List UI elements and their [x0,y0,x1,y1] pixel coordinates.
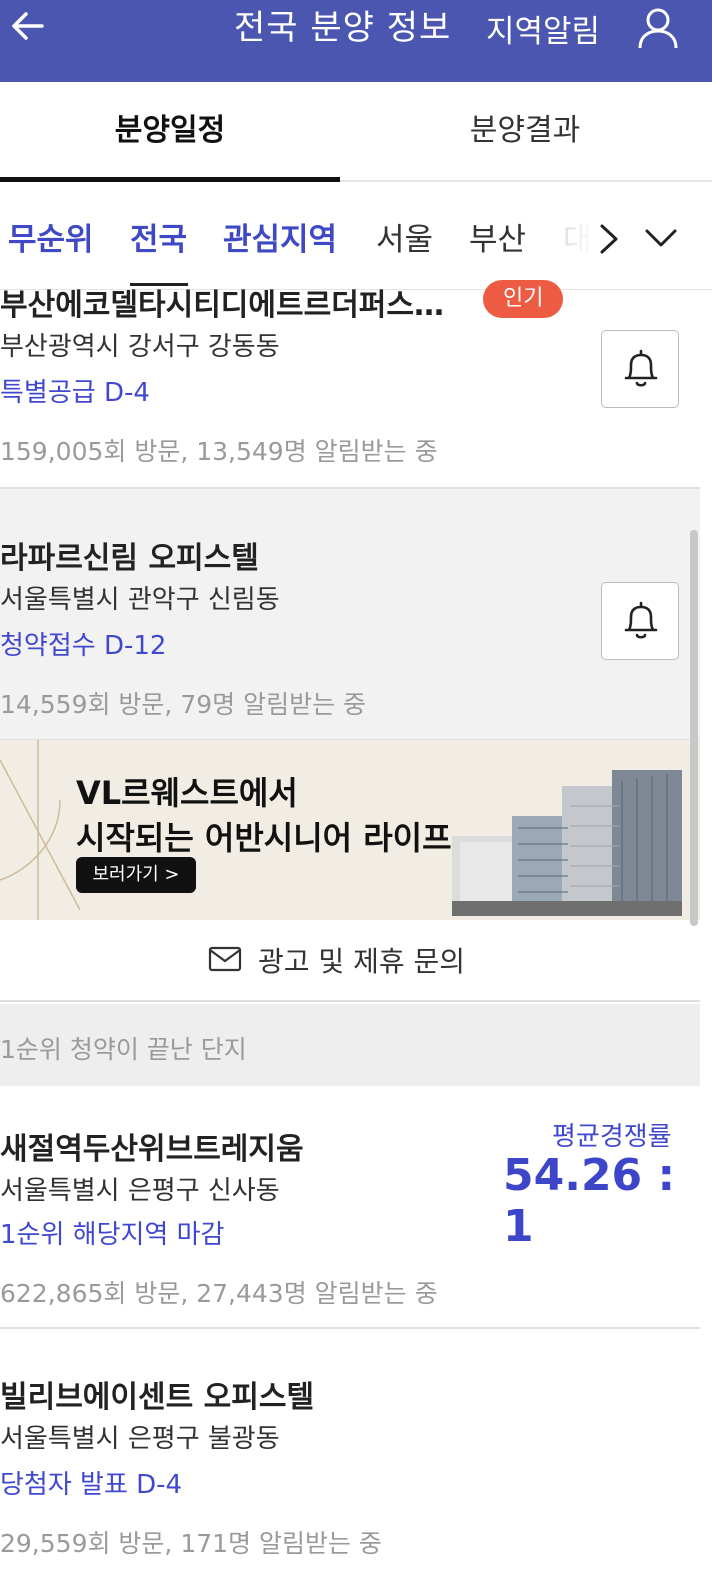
region-alert-button[interactable]: 지역알림 [486,10,600,54]
listing-stats: 159,005회 방문, 13,549명 알림받는 중 [0,437,438,466]
section-title: 1순위 청약이 끝난 단지 [0,1035,247,1064]
listing-stats: 29,559회 방문, 171명 알림받는 중 [0,1529,382,1558]
listing-address: 부산광역시 강서구 강동동 [0,332,280,362]
listing-address: 서울특별시 은평구 신사동 [0,1176,280,1206]
listing-status: 특별공급 D-4 [0,378,150,408]
avg-competition-label: 평균경쟁률 [552,1122,672,1152]
listing-name: 부산에코델타시티디에트르더퍼스… [0,288,444,323]
listing-address: 서울특별시 관악구 신림동 [0,585,280,615]
bell-icon [624,349,658,387]
listing-status: 청약접수 D-12 [0,631,167,661]
listing-status: 1순위 해당지역 마감 [0,1220,225,1250]
filter-busan[interactable]: 부산 [469,218,526,262]
listing-name: 빌리브에이센트 오피스텔 [0,1380,315,1415]
filter-no-rank[interactable]: 무순위 [8,218,94,262]
avg-competition-ratio: 54.26 : 1 [503,1150,676,1252]
alert-bell-button[interactable] [601,582,679,660]
filter-seoul[interactable]: 서울 [376,218,433,262]
page-title: 전국 분양 정보 [234,8,452,48]
listing-stats: 14,559회 방문, 79명 알림받는 중 [0,690,367,719]
popular-badge: 인기 [483,280,564,318]
section-header: 1순위 청약이 끝난 단지 [0,1004,700,1086]
main-tabs: 분양일정 분양결과 [0,82,712,182]
region-filter-bar: 무순위 전국 관심지역 서울 부산 대 [0,182,712,290]
listing-address: 서울특별시 은평구 불광동 [0,1424,280,1454]
ad-inquiry-label: 광고 및 제휴 문의 [258,945,466,978]
filter-fade-overlay [555,212,595,272]
filter-nationwide[interactable]: 전국 [130,218,187,262]
app-header: 전국 분양 정보 지역알림 [0,0,712,82]
listing-card[interactable]: 부산에코델타시티디에트르더퍼스… 인기 부산광역시 강서구 강동동 특별공급 D… [0,280,700,486]
ad-inquiry-link[interactable]: 광고 및 제휴 문의 [0,920,700,1002]
scrollbar[interactable] [690,530,698,926]
result-card[interactable]: 빌리브에이센트 오피스텔 서울특별시 은평구 불광동 당첨자 발표 D-4 29… [0,1336,700,1592]
alert-bell-button[interactable] [601,330,679,408]
listing-stats: 622,865회 방문, 27,443명 알림받는 중 [0,1279,438,1308]
ad-view-button[interactable]: 보러가기 > [76,857,196,893]
bell-icon [624,601,658,639]
tab-schedule[interactable]: 분양일정 [0,82,340,182]
tab-results[interactable]: 분양결과 [352,82,698,182]
listing-card[interactable]: 라파르신림 오피스텔 서울특별시 관악구 신림동 청약접수 D-12 14,55… [0,489,700,740]
user-icon[interactable] [636,6,680,50]
divider [0,1327,700,1329]
chevron-down-icon[interactable] [644,226,678,250]
ad-subheadline: 시작되는 어반시니어 라이프 [76,819,452,857]
listing-name: 라파르신림 오피스텔 [0,541,259,576]
mail-icon [208,946,242,972]
building-image [452,770,682,916]
listing-status: 당첨자 발표 D-4 [0,1470,183,1500]
chevron-right-icon[interactable] [594,222,622,256]
listing-name: 새절역두산위브트레지움 [0,1132,304,1167]
filter-interest-region[interactable]: 관심지역 [223,218,337,262]
ad-headline: VL르웨스트에서 [76,774,298,812]
back-arrow-icon[interactable] [8,6,48,46]
ad-banner[interactable]: VL르웨스트에서 시작되는 어반시니어 라이프 보러가기 > [0,740,700,920]
